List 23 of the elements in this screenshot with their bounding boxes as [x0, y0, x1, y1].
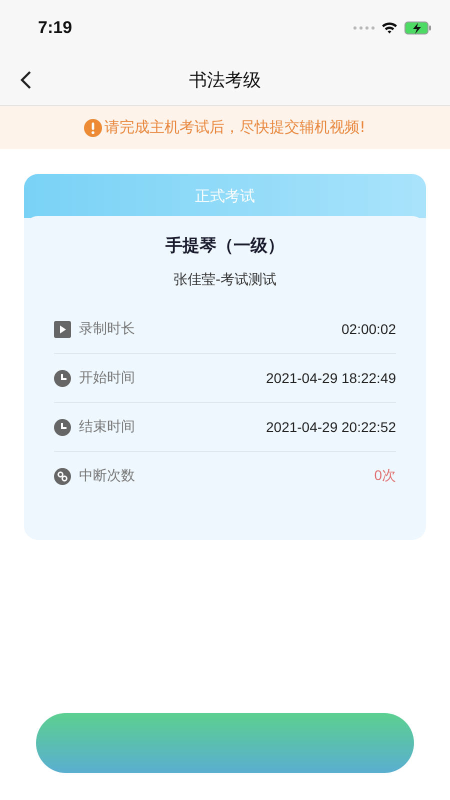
- status-time: 7:19: [38, 18, 72, 38]
- play-icon: [54, 320, 71, 338]
- signal-dots-icon: [353, 26, 375, 30]
- page-title: 书法考级: [189, 69, 261, 92]
- row-value: 2021-04-29 20:22:52: [266, 419, 396, 435]
- wifi-icon: [381, 21, 398, 34]
- exam-title: 手提琴（一级）: [164, 235, 286, 257]
- link-icon: [54, 468, 71, 484]
- row-label: 开始时间: [79, 369, 135, 387]
- clock-icon: [54, 370, 71, 386]
- warning-icon: [84, 118, 102, 136]
- clock-icon: [54, 418, 71, 436]
- row-label: 中断次数: [79, 467, 135, 485]
- row-value: 02:00:02: [342, 321, 396, 337]
- row-label: 录制时长: [79, 320, 135, 338]
- row-value: 2021-04-29 18:22:49: [266, 370, 396, 386]
- row-value: 0次: [374, 467, 396, 485]
- back-icon[interactable]: [20, 70, 32, 90]
- exam-subtitle: 张佳莹-考试测试: [172, 271, 278, 289]
- battery-charging-icon: [404, 20, 432, 34]
- notice-text: 请完成主机考试后，尽快提交辅机视频!: [104, 118, 366, 137]
- card-header-text: 正式考试: [195, 187, 255, 207]
- row-label: 结束时间: [79, 418, 135, 436]
